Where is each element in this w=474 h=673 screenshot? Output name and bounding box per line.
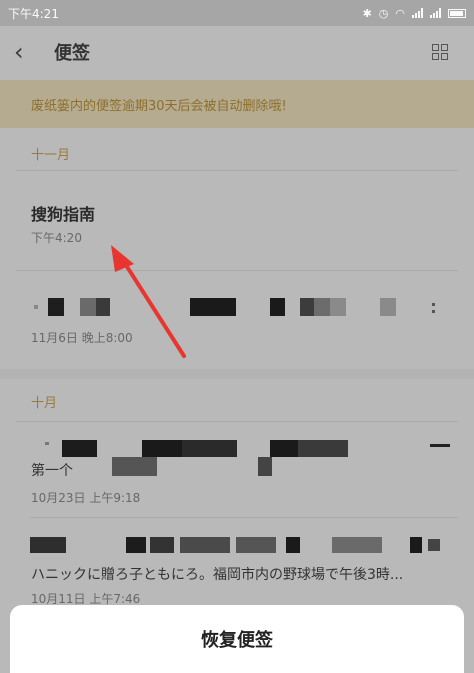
arrow-shaft: [122, 260, 186, 358]
annotation-arrow: [111, 245, 186, 358]
bottom-sheet: 恢复便签: [10, 605, 464, 673]
arrow-head: [111, 245, 134, 272]
restore-note-button[interactable]: 恢复便签: [201, 626, 273, 652]
